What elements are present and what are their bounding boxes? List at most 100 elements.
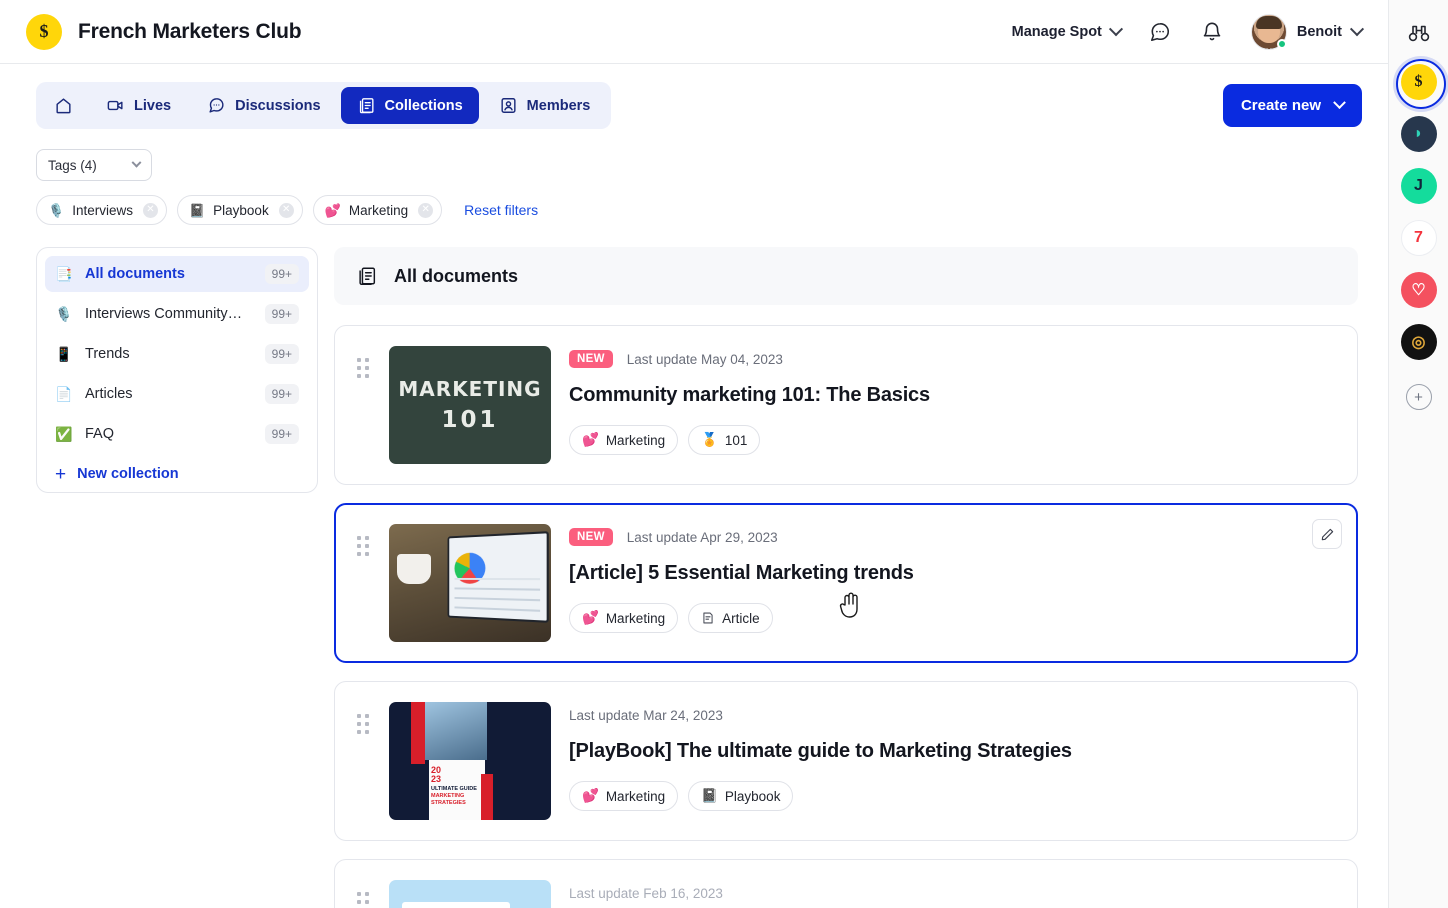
new-collection-label: New collection [77, 466, 179, 482]
video-camera-icon [107, 100, 123, 111]
page-title: French Marketers Club [78, 19, 302, 43]
workspace-heart[interactable]: ♡ [1400, 272, 1437, 308]
close-icon[interactable]: ✕ [278, 202, 294, 218]
new-collection-button[interactable]: + New collection [45, 456, 309, 492]
notebook-icon: 📓 [188, 202, 206, 218]
tag-marketing[interactable]: 💕 Marketing [569, 781, 679, 811]
last-update-label: Last update May 04, 2023 [626, 351, 783, 367]
sidebar-item-label: Trends [85, 346, 130, 362]
status-badge: NEW [569, 528, 613, 546]
filter-chip-label: Interviews [72, 202, 133, 218]
document-info: NEW Last update Apr 29, 2023 [Article] 5… [569, 524, 1335, 633]
tag-label: Marketing [605, 432, 666, 448]
app-root: $ French Marketers Club Manage Spot Beno… [0, 0, 1448, 908]
drag-handle[interactable] [357, 892, 371, 908]
tab-members-label: Members [526, 97, 591, 114]
tag-marketing[interactable]: 💕 Marketing [569, 425, 679, 455]
drag-handle[interactable] [357, 714, 371, 734]
members-icon [501, 98, 516, 113]
document-info: Last update Mar 24, 2023 [PlayBook] The … [569, 702, 1335, 811]
document-title[interactable]: Community marketing 101: The Basics [569, 384, 1335, 407]
tag-label: Playbook [724, 788, 781, 804]
sidebar-item-trends[interactable]: 📱 Trends 99+ [45, 336, 309, 372]
workspace-gold[interactable]: ◎ [1400, 324, 1437, 360]
table-row[interactable]: Last update Feb 16, 2023 Interview with … [334, 859, 1358, 908]
sidebar-item-faq[interactable]: ✅ FAQ 99+ [45, 416, 309, 452]
chevron-down-icon [131, 157, 142, 168]
manage-spot-label: Manage Spot [1011, 23, 1102, 40]
checkmark-icon: ✅ [55, 425, 73, 442]
document-list-title: All documents [394, 265, 519, 286]
document-title[interactable]: [Article] 5 Essential Marketing trends [569, 562, 1335, 585]
workspace-glyph: 7 [1414, 229, 1423, 246]
sidebar-item-count: 99+ [264, 384, 299, 404]
drag-handle[interactable] [357, 358, 371, 378]
edit-document-button[interactable] [1312, 519, 1342, 549]
manage-spot-button[interactable]: Manage Spot [1011, 21, 1123, 40]
document-list: All documents MARKETING 101 NEW Last upd… [334, 247, 1358, 908]
workspace-white-red[interactable]: 7 [1400, 220, 1437, 256]
hearts-icon: 💕 [582, 788, 599, 803]
filter-area: Tags (4) 🎙️ Interviews ✕ 📓 Playbook ✕ 💕 … [0, 129, 1388, 225]
workspace-green[interactable]: J [1400, 168, 1437, 204]
chevron-down-icon [1349, 21, 1365, 36]
workspace-french-marketers-club[interactable]: $ [1395, 59, 1446, 109]
bell-icon [1203, 22, 1221, 40]
filter-chip-interviews[interactable]: 🎙️ Interviews ✕ [36, 195, 167, 225]
messages-button[interactable] [1147, 19, 1173, 45]
document-meta: Last update Mar 24, 2023 [569, 704, 1335, 726]
document-meta: NEW Last update Apr 29, 2023 [569, 526, 1335, 548]
tag-101[interactable]: 🏅 101 [688, 425, 761, 455]
brand-logo-icon: $ [26, 13, 62, 50]
table-row[interactable]: MARKETING 101 NEW Last update May 04, 20… [334, 325, 1358, 485]
plus-icon: + [1414, 388, 1423, 406]
drag-handle[interactable] [357, 536, 371, 556]
workspace-glyph: ◗ [1413, 125, 1424, 142]
sidebar-item-interviews-community[interactable]: 🎙️ Interviews Community… 99+ [45, 296, 309, 332]
create-new-button[interactable]: Create new [1222, 84, 1362, 127]
sidebar-item-count: 99+ [264, 304, 299, 324]
collections-sidebar: 📑 All documents 99+ 🎙️ Interviews Commun… [36, 247, 318, 493]
workspace-rail: $ ◗ J 7 ♡ ◎ + [1388, 0, 1448, 908]
tag-playbook[interactable]: 📓 Playbook [688, 781, 794, 811]
tab-discussions[interactable]: Discussions [191, 87, 336, 124]
reset-filters-link[interactable]: Reset filters [464, 202, 538, 218]
tags-filter-dropdown[interactable]: Tags (4) [36, 149, 152, 181]
notifications-button[interactable] [1199, 19, 1225, 45]
sidebar-item-all-documents[interactable]: 📑 All documents 99+ [45, 256, 309, 292]
document-list-header: All documents [334, 247, 1358, 305]
tag-marketing[interactable]: 💕 Marketing [569, 603, 679, 633]
filter-chip-label: Playbook [213, 202, 269, 218]
sidebar-item-articles[interactable]: 📄 Articles 99+ [45, 376, 309, 412]
close-icon[interactable]: ✕ [418, 202, 434, 218]
note-icon [703, 612, 713, 624]
document-info: NEW Last update May 04, 2023 Community m… [569, 346, 1335, 455]
document-tags: 💕 Marketing Article [569, 603, 1335, 633]
table-row[interactable]: 20 23 ULTIMATE GUIDE MARKETING STRATEGIES… [334, 681, 1358, 841]
filter-chip-playbook[interactable]: 📓 Playbook ✕ [176, 195, 303, 225]
user-menu-button[interactable]: Benoit [1250, 13, 1365, 50]
tab-members[interactable]: Members [483, 87, 607, 124]
add-workspace-button[interactable]: + [1405, 384, 1432, 410]
tab-lives[interactable]: Lives [90, 87, 187, 124]
avatar [1250, 13, 1287, 50]
document-title[interactable]: [PlayBook] The ultimate guide to Marketi… [569, 740, 1335, 763]
top-header: $ French Marketers Club Manage Spot Beno… [0, 0, 1388, 64]
close-icon[interactable]: ✕ [142, 202, 158, 218]
workspace-navy[interactable]: ◗ [1400, 116, 1437, 152]
tab-collections[interactable]: Collections [340, 87, 479, 124]
sidebar-item-count: 99+ [264, 264, 299, 284]
thumbnail-text: MARKETING [398, 377, 542, 401]
binoculars-icon[interactable] [1404, 18, 1434, 48]
hearts-icon: 💕 [582, 610, 599, 625]
tag-article[interactable]: Article [688, 603, 773, 633]
pencil-icon [1321, 528, 1333, 540]
last-update-label: Last update Apr 29, 2023 [626, 529, 778, 545]
tab-home[interactable] [41, 87, 86, 124]
tag-label: Marketing [605, 610, 666, 626]
tag-label: Article [722, 610, 760, 626]
workspace-glyph: J [1414, 177, 1423, 194]
filter-chip-marketing[interactable]: 💕 Marketing ✕ [312, 195, 443, 225]
table-row[interactable]: NEW Last update Apr 29, 2023 [Article] 5… [334, 503, 1358, 663]
main-column: $ French Marketers Club Manage Spot Beno… [0, 0, 1388, 908]
